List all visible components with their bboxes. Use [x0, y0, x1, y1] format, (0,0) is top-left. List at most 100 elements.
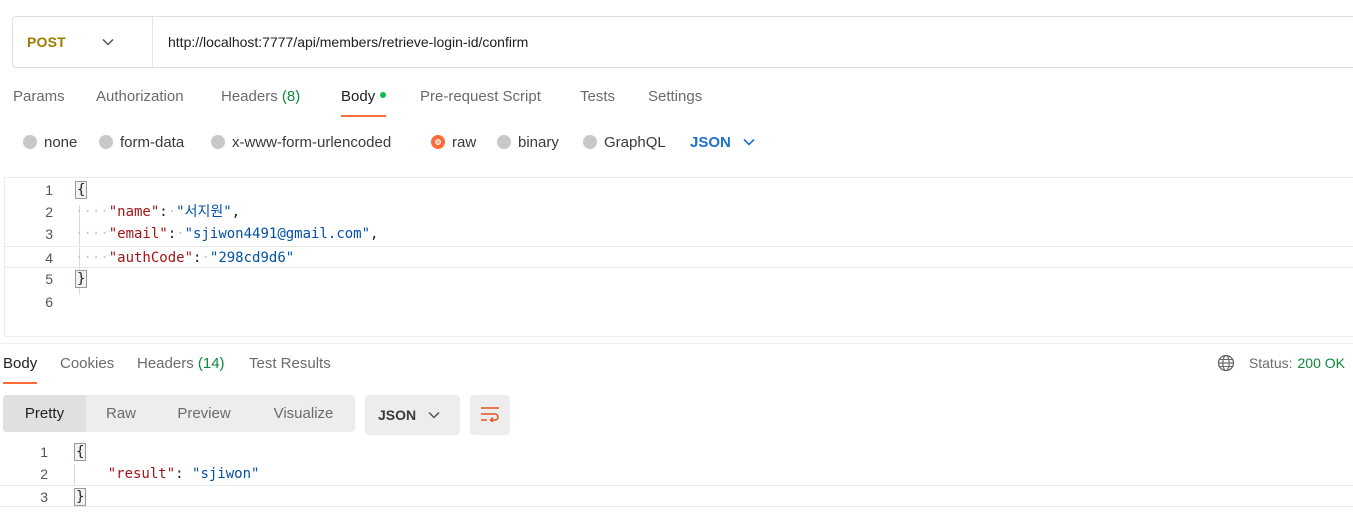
status-value: 200 OK [1297, 355, 1345, 371]
json-value: "sjiwon" [192, 466, 260, 482]
radio-x-www-form-urlencoded[interactable]: x-www-form-urlencoded [211, 130, 391, 154]
tab-body[interactable]: Body [341, 80, 387, 117]
globe-icon[interactable] [1217, 354, 1235, 372]
tab-pre-request-script[interactable]: Pre-request Script [420, 80, 541, 116]
pane-divider[interactable] [0, 343, 1353, 344]
tab-label: Params [13, 88, 65, 105]
view-pretty[interactable]: Pretty [3, 395, 86, 432]
body-format-label: JSON [690, 133, 731, 151]
tab-label: Tests [580, 88, 616, 105]
response-body-viewer[interactable]: 1 { 2 "result": "sjiwon" 3 } [0, 440, 1353, 527]
tab-label: Body [341, 88, 376, 105]
radio-circle-icon [497, 135, 511, 149]
radio-graphql[interactable]: GraphQL [583, 130, 666, 154]
response-tab-cookies[interactable]: Cookies [60, 350, 114, 384]
status-label: Status: [1248, 355, 1293, 371]
json-key: "name" [108, 204, 160, 220]
view-visualize[interactable]: Visualize [252, 395, 355, 432]
view-label: Pretty [24, 405, 65, 422]
line-number: 4 [45, 250, 53, 266]
line-number: 1 [45, 182, 53, 198]
tab-authorization[interactable]: Authorization [96, 80, 184, 116]
line-number: 2 [45, 204, 53, 220]
code-line: 6 [5, 291, 1353, 313]
radio-circle-icon [583, 135, 597, 149]
line-number: 6 [45, 294, 53, 310]
radio-label: raw [452, 133, 477, 151]
request-body-editor[interactable]: 1 { 2 ····"name":·"서지원", 3 ····"email":·… [4, 177, 1353, 337]
view-raw[interactable]: Raw [86, 395, 156, 432]
tab-headers[interactable]: Headers (8) [221, 80, 300, 116]
radio-binary[interactable]: binary [497, 130, 559, 154]
tab-count: (8) [281, 88, 301, 105]
code-line: 2 ····"name":·"서지원", [5, 201, 1353, 223]
code-line: 1 { [5, 179, 1353, 201]
method-label: POST [27, 34, 66, 50]
body-type-options: none form-data x-www-form-urlencoded raw… [0, 130, 1353, 154]
json-key: "email" [108, 226, 168, 242]
json-sep: , [370, 226, 379, 242]
json-key: "authCode" [108, 250, 194, 266]
body-format-select[interactable]: JSON [690, 130, 755, 154]
request-tabs: Params Authorization Headers (8) Body Pr… [0, 80, 1353, 120]
radio-form-data[interactable]: form-data [99, 130, 184, 154]
chevron-down-icon [743, 138, 755, 146]
line-number: 1 [40, 444, 48, 460]
response-tab-test-results[interactable]: Test Results [249, 350, 331, 384]
tab-params[interactable]: Params [13, 80, 65, 116]
brace: { [74, 443, 87, 461]
radio-label: none [44, 133, 78, 151]
tab-label: Body [3, 355, 38, 372]
radio-label: form-data [120, 133, 185, 151]
radio-none[interactable]: none [23, 130, 77, 154]
view-preview[interactable]: Preview [156, 395, 252, 432]
line-number: 2 [40, 466, 48, 482]
line-number: 5 [45, 271, 53, 287]
json-value: "298cd9d6" [209, 250, 295, 266]
json-value: "sjiwon4491@gmail.com" [184, 226, 371, 242]
wrap-lines-button[interactable] [470, 395, 510, 435]
radio-raw[interactable]: raw [431, 130, 476, 154]
response-tab-headers[interactable]: Headers (14) [137, 350, 225, 384]
radio-circle-icon [23, 135, 37, 149]
modified-dot-icon [380, 92, 387, 98]
chevron-down-icon [102, 38, 114, 46]
view-label: Preview [177, 405, 231, 422]
json-sep: , [231, 204, 241, 220]
tab-label: Authorization [96, 88, 184, 105]
tab-label: Headers [137, 355, 194, 372]
tab-tests[interactable]: Tests [580, 80, 615, 116]
tab-label: Headers [221, 88, 278, 105]
radio-circle-icon [211, 135, 225, 149]
line-number: 3 [45, 226, 53, 242]
method-select[interactable]: POST [13, 17, 153, 67]
radio-label: x-www-form-urlencoded [232, 133, 392, 151]
tab-settings[interactable]: Settings [648, 80, 702, 116]
response-format-label: JSON [378, 407, 417, 423]
view-label: Visualize [273, 405, 334, 422]
brace: { [75, 181, 88, 199]
json-value: "서지원" [176, 204, 232, 220]
chevron-down-icon [428, 411, 440, 419]
brace: } [75, 270, 88, 288]
tab-label: Pre-request Script [420, 88, 541, 105]
code-line: 3 ····"email":·"sjiwon4491@gmail.com", [5, 223, 1353, 245]
url-input[interactable] [153, 17, 1353, 67]
code-line: 2 "result": "sjiwon" [0, 463, 1353, 485]
response-tab-body[interactable]: Body [3, 350, 38, 384]
radio-label: binary [518, 133, 559, 151]
code-line: 5 } [5, 268, 1353, 290]
tab-count: (14) [197, 355, 225, 372]
view-label: Raw [105, 405, 136, 422]
wrap-lines-icon [480, 406, 500, 425]
code-line-active: 3 } [0, 485, 1353, 507]
json-key: "result" [107, 466, 176, 482]
view-mode-toggle: Pretty Raw Preview Visualize [3, 395, 355, 432]
tab-label: Settings [648, 88, 703, 105]
response-format-select[interactable]: JSON [365, 395, 460, 435]
radio-label: GraphQL [604, 133, 666, 151]
code-line: 1 { [0, 441, 1353, 463]
response-status: Status: 200 OK [1217, 354, 1345, 372]
brace: } [74, 488, 87, 506]
tab-label: Test Results [249, 355, 331, 372]
